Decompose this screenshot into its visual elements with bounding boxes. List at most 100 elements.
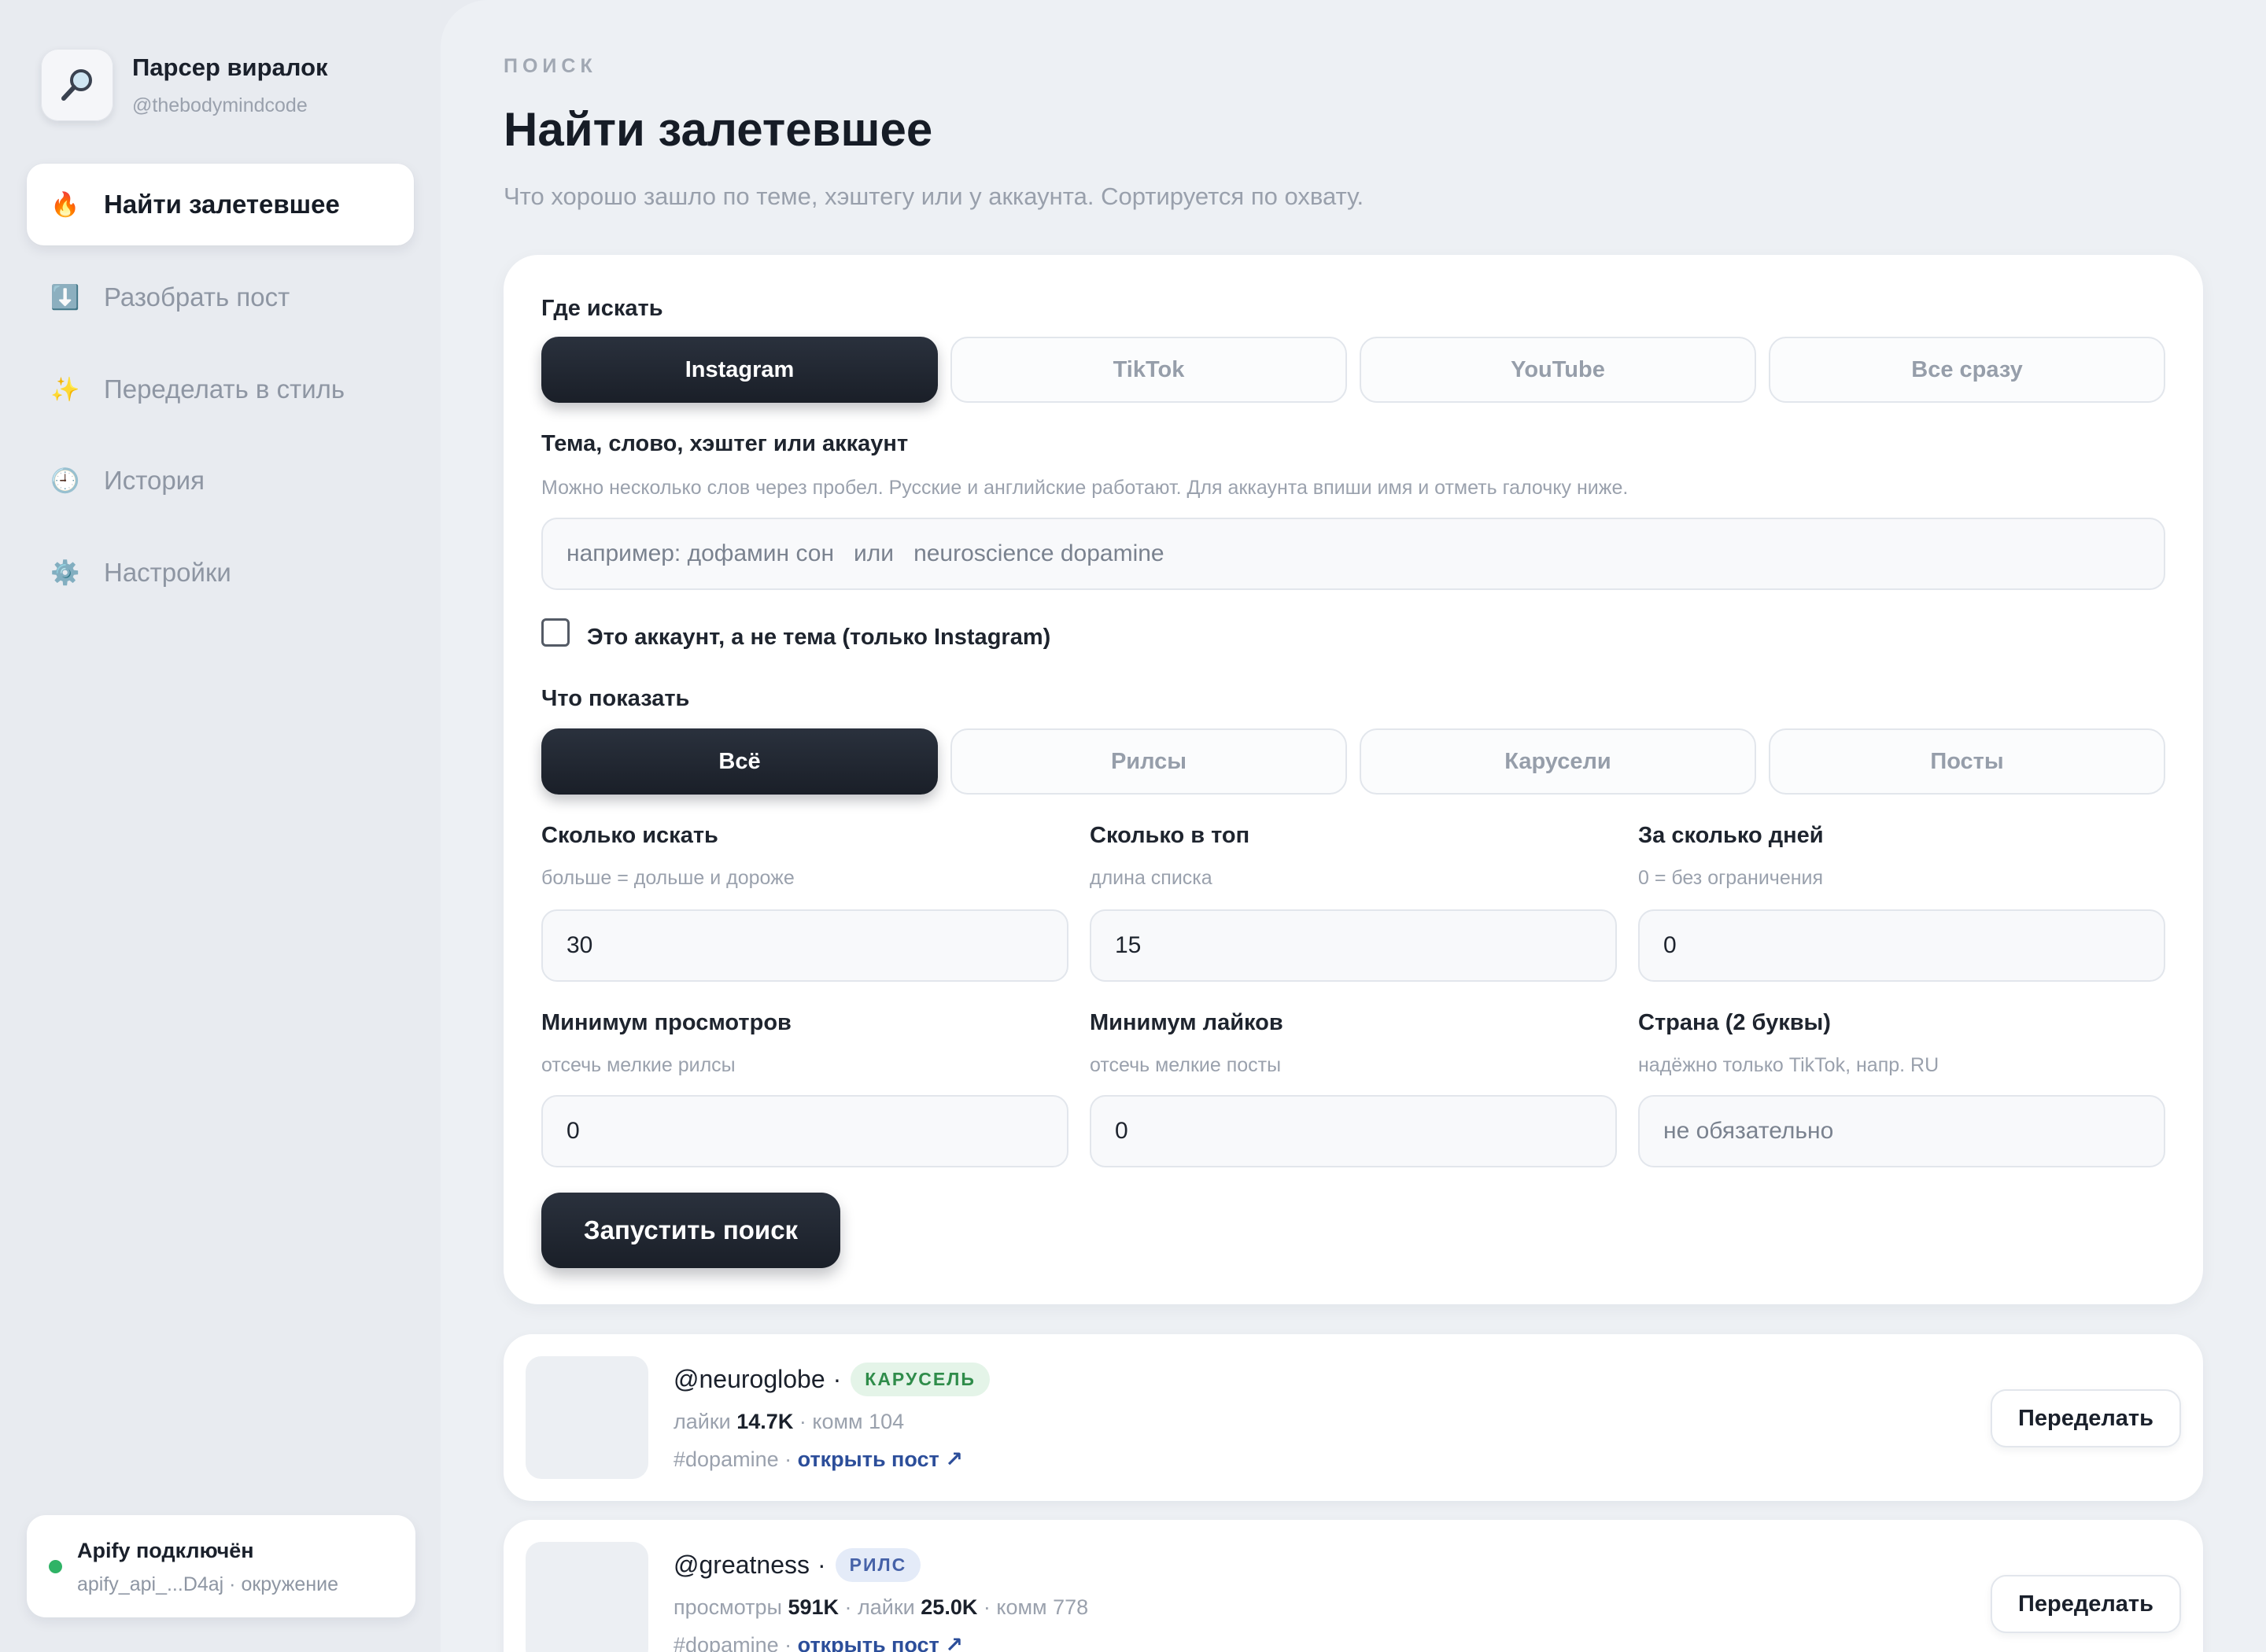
min-likes-label: Минимум лайков (1090, 1010, 1283, 1035)
nav-item-history[interactable]: 🕘 История (27, 440, 414, 522)
content-type-label: Что показать (541, 686, 690, 711)
stat-value: 25.0K (921, 1595, 978, 1619)
remake-button[interactable]: Переделать (1991, 1389, 2181, 1447)
run-search-button[interactable]: Запустить поиск (541, 1193, 840, 1268)
meta-separator: · (784, 1633, 798, 1652)
search-count-label: Сколько искать (541, 823, 718, 848)
top-count-label: Сколько в топ (1090, 823, 1250, 848)
nav-item-settings[interactable]: ⚙️ Настройки (27, 532, 414, 614)
search-count-hint: больше = дольше и дороже (541, 867, 795, 889)
stat-value: 778 (1053, 1595, 1089, 1619)
separator-dot: · (832, 1365, 842, 1393)
result-card: @greatness · РИЛС просмотры 591K · лайки… (504, 1520, 2203, 1652)
result-header: @greatness · РИЛС (674, 1548, 921, 1582)
meta-separator: · (784, 1447, 798, 1471)
content-option-posts[interactable]: Посты (1769, 728, 2165, 795)
result-handle[interactable]: @greatness (674, 1551, 810, 1580)
min-views-hint: отсечь мелкие рилсы (541, 1054, 736, 1076)
download-icon: ⬇️ (50, 284, 80, 311)
days-input[interactable] (1638, 909, 2165, 982)
stat-value: 14.7K (736, 1410, 794, 1433)
page-title: Найти залетевшее (504, 103, 933, 156)
nav-item-restyle[interactable]: ✨ Переделать в стиль (27, 348, 414, 430)
brand-title: Парсер виралок (132, 53, 328, 81)
result-hashtag: #dopamine (674, 1633, 779, 1652)
separator-dot: · (817, 1551, 826, 1579)
nav-item-label: История (104, 466, 205, 495)
stat-value: 591K (788, 1595, 839, 1619)
sidebar: Парсер виралок @thebodymindcode 🔥 Найти … (0, 0, 441, 1652)
result-meta: #dopamine · открыть пост ↗ (674, 1447, 963, 1472)
top-count-input[interactable] (1090, 909, 1617, 982)
platform-option-all[interactable]: Все сразу (1769, 337, 2165, 403)
status-title: Apify подключён (77, 1539, 254, 1562)
content-option-all[interactable]: Всё (541, 728, 938, 795)
magnifier-icon (41, 49, 113, 121)
min-likes-hint: отсечь мелкие посты (1090, 1054, 1282, 1076)
brand: Парсер виралок @thebodymindcode (41, 49, 419, 127)
result-meta: #dopamine · открыть пост ↗ (674, 1633, 963, 1652)
open-post-link[interactable]: открыть пост ↗ (798, 1633, 963, 1652)
stat-separator: · (983, 1595, 997, 1619)
stat-name: лайки (858, 1595, 915, 1619)
clock-icon: 🕘 (50, 467, 80, 494)
search-count-input[interactable] (541, 909, 1068, 982)
min-views-label: Минимум просмотров (541, 1010, 792, 1035)
platform-option-youtube[interactable]: YouTube (1360, 337, 1756, 403)
nav-item-parse-post[interactable]: ⬇️ Разобрать пост (27, 256, 414, 338)
stat-separator: · (844, 1595, 858, 1619)
platform-option-tiktok[interactable]: TikTok (950, 337, 1347, 403)
country-label: Страна (2 буквы) (1638, 1010, 1831, 1035)
connection-status-card: Apify подключён apify_api_...D4aj · окру… (27, 1515, 415, 1617)
page-eyebrow: ПОИСК (504, 55, 597, 77)
status-dot (49, 1560, 62, 1573)
stat-name: комм (812, 1410, 863, 1433)
stat-name: лайки (674, 1410, 731, 1433)
stat-value: 104 (869, 1410, 905, 1433)
platform-label: Где искать (541, 296, 663, 321)
type-badge: КАРУСЕЛЬ (851, 1363, 990, 1396)
result-header: @neuroglobe · КАРУСЕЛЬ (674, 1363, 990, 1396)
fire-icon: 🔥 (50, 191, 80, 218)
content-option-carousels[interactable]: Карусели (1360, 728, 1756, 795)
min-views-input[interactable] (541, 1095, 1068, 1167)
post-thumbnail (526, 1356, 648, 1479)
stat-separator: · (799, 1410, 813, 1433)
sparkles-icon: ✨ (50, 376, 80, 403)
nav-item-find-viral[interactable]: 🔥 Найти залетевшее (27, 164, 414, 245)
remake-button[interactable]: Переделать (1991, 1575, 2181, 1633)
stat-name: комм (996, 1595, 1047, 1619)
nav-item-label: Разобрать пост (104, 282, 290, 312)
brand-subtitle: @thebodymindcode (132, 94, 308, 116)
country-hint: надёжно только TikTok, напр. RU (1638, 1054, 1939, 1076)
country-input[interactable] (1638, 1095, 2165, 1167)
content-option-reels[interactable]: Рилсы (950, 728, 1347, 795)
nav-item-label: Найти залетевшее (104, 190, 340, 219)
account-checkbox-label: Это аккаунт, а не тема (только Instagram… (587, 625, 1051, 650)
open-post-link[interactable]: открыть пост ↗ (798, 1447, 963, 1471)
page-subtitle: Что хорошо зашло по теме, хэштегу или у … (504, 183, 1364, 210)
platform-option-instagram[interactable]: Instagram (541, 337, 938, 403)
gear-icon: ⚙️ (50, 559, 80, 586)
status-subtitle: apify_api_...D4aj · окружение (77, 1573, 338, 1595)
result-card: @neuroglobe · КАРУСЕЛЬ лайки 14.7K · ком… (504, 1334, 2203, 1501)
main-content: ПОИСК Найти залетевшее Что хорошо зашло … (441, 0, 2266, 1652)
top-count-hint: длина списка (1090, 867, 1212, 889)
min-likes-input[interactable] (1090, 1095, 1617, 1167)
query-hint: Можно несколько слов через пробел. Русск… (541, 477, 1629, 499)
result-stats: лайки 14.7K · комм 104 (674, 1410, 904, 1434)
post-thumbnail (526, 1542, 648, 1652)
query-label: Тема, слово, хэштег или аккаунт (541, 431, 909, 456)
account-checkbox[interactable] (541, 618, 570, 647)
stat-name: просмотры (674, 1595, 782, 1619)
result-hashtag: #dopamine (674, 1447, 779, 1471)
days-hint: 0 = без ограничения (1638, 867, 1824, 889)
query-input[interactable] (541, 518, 2165, 590)
search-form-card: Где искать Instagram TikTok YouTube Все … (504, 255, 2203, 1304)
nav-item-label: Настройки (104, 558, 231, 587)
result-handle[interactable]: @neuroglobe (674, 1365, 825, 1394)
days-label: За сколько дней (1638, 823, 1824, 848)
result-stats: просмотры 591K · лайки 25.0K · комм 778 (674, 1595, 1088, 1620)
type-badge: РИЛС (835, 1548, 921, 1582)
nav-item-label: Переделать в стиль (104, 374, 345, 404)
